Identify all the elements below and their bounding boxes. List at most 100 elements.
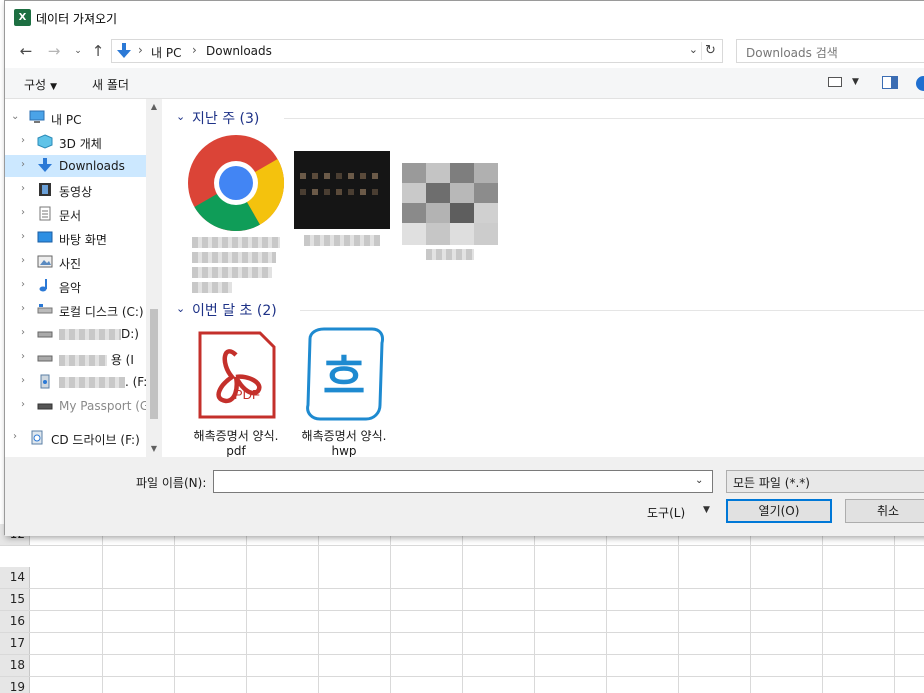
breadcrumb-downloads[interactable]: Downloads	[206, 44, 272, 58]
collapse-chevron-icon[interactable]: ⌄	[11, 111, 19, 122]
tree-item-desktop[interactable]: › 바탕 화면	[5, 227, 146, 249]
expand-chevron-icon[interactable]: ›	[21, 231, 25, 242]
file-item-hwp[interactable]: 흐 해촉증명서 양식. hwp	[294, 325, 394, 458]
film-icon	[39, 183, 51, 196]
back-arrow-icon[interactable]: ←	[17, 42, 35, 60]
group-header-earlier-this-month[interactable]: ⌄ 이번 달 초 (2)	[174, 300, 924, 320]
collapse-chevron-icon[interactable]: ⌄	[176, 110, 185, 123]
address-bar[interactable]: › 내 PC › Downloads ⌄ ↻	[111, 39, 723, 63]
expand-chevron-icon[interactable]: ›	[21, 327, 25, 338]
expand-chevron-icon[interactable]: ›	[21, 351, 25, 362]
tree-item-videos[interactable]: › 동영상	[5, 179, 146, 201]
file-name-dropdown-icon[interactable]: ⌄	[695, 475, 703, 486]
expand-chevron-icon[interactable]: ›	[21, 159, 25, 170]
column-gridline	[174, 533, 175, 693]
tree-item-drive-d[interactable]: › D:)	[5, 323, 146, 345]
expand-chevron-icon[interactable]: ›	[21, 279, 25, 290]
picture-icon	[37, 255, 53, 268]
view-options-icon[interactable]	[828, 77, 842, 87]
collapse-chevron-icon[interactable]: ⌄	[176, 302, 185, 315]
breadcrumb-chevron-icon[interactable]: ›	[138, 43, 143, 57]
file-item-photo[interactable]	[402, 163, 502, 263]
expand-chevron-icon[interactable]: ›	[21, 399, 25, 410]
organize-label: 구성	[24, 78, 47, 92]
chrome-icon	[188, 135, 285, 232]
file-item-pdf[interactable]: PDF 해촉증명서 양식. pdf	[186, 325, 286, 458]
tree-item-drive-f[interactable]: › . (F:	[5, 371, 147, 393]
file-type-filter-select[interactable]: 모든 파일 (*.*) ⌄	[726, 470, 924, 493]
breadcrumb-this-pc[interactable]: 내 PC	[151, 44, 181, 61]
file-name-line: 해촉증명서 양식.	[301, 429, 387, 443]
dialog-footer: 파일 이름(N): ⌄ 모든 파일 (*.*) ⌄ 도구(L) ▼ 열기(O) …	[5, 457, 924, 536]
group-divider	[284, 118, 924, 119]
expand-chevron-icon[interactable]: ›	[21, 183, 25, 194]
dialog-titlebar[interactable]: X 데이터 가져오기	[5, 1, 924, 34]
file-name: 해촉증명서 양식. hwp	[294, 429, 394, 459]
pdf-file-icon: PDF	[198, 331, 276, 419]
excel-icon: X	[14, 9, 31, 26]
file-list-pane[interactable]: ⌄ 지난 주 (3) ⌄ 이번 달 초 (2) PDF 해촉증명서 양식. pd…	[162, 99, 924, 458]
nav-pane-scrollbar[interactable]: ▲ ▼	[146, 99, 162, 457]
recent-locations-chevron-icon[interactable]: ⌄	[69, 42, 87, 60]
expand-chevron-icon[interactable]: ›	[21, 135, 25, 146]
tree-item-label: 사진	[59, 257, 82, 271]
tree-item-label: 로컬 디스크 (C:)	[59, 305, 144, 319]
open-button[interactable]: 열기(O)	[726, 499, 832, 523]
row-header[interactable]: 14	[0, 567, 30, 588]
expand-chevron-icon[interactable]: ›	[21, 375, 25, 386]
group-title: 지난 주 (3)	[192, 111, 260, 127]
column-gridline	[246, 533, 247, 693]
expand-chevron-icon[interactable]: ›	[21, 255, 25, 266]
forward-arrow-icon[interactable]: →	[45, 42, 63, 60]
help-icon[interactable]	[916, 76, 924, 91]
file-name-input[interactable]	[213, 470, 713, 493]
hwp-badge: 흐	[323, 350, 365, 404]
caret-down-icon[interactable]: ▼	[703, 505, 710, 515]
tree-item-local-disk-c[interactable]: › 로컬 디스크 (C:)	[5, 299, 146, 321]
file-name-line: 해촉증명서 양식.	[193, 429, 279, 443]
redacted-text	[59, 355, 107, 366]
tools-button[interactable]: 도구(L)	[647, 504, 685, 521]
group-header-last-week[interactable]: ⌄ 지난 주 (3)	[174, 108, 924, 128]
image-thumbnail-icon	[294, 151, 390, 229]
organize-button[interactable]: 구성 ▼	[24, 76, 57, 93]
file-item-chrome[interactable]	[186, 133, 286, 293]
tree-item-my-passport[interactable]: › My Passport (G:)	[5, 395, 158, 417]
row-header[interactable]: 19	[0, 677, 30, 693]
expand-chevron-icon[interactable]: ›	[21, 207, 25, 218]
caret-down-icon[interactable]: ▼	[852, 77, 859, 87]
row-header[interactable]: 18	[0, 655, 30, 676]
preview-pane-icon[interactable]	[882, 76, 898, 89]
file-name-label: 파일 이름(N):	[136, 476, 207, 490]
breadcrumb-chevron-icon[interactable]: ›	[192, 43, 197, 57]
cancel-button[interactable]: 취소	[845, 499, 924, 523]
tree-item-this-pc[interactable]: ⌄ 내 PC	[5, 107, 146, 129]
new-folder-button[interactable]: 새 폴더	[92, 76, 129, 93]
drive-icon	[37, 403, 53, 410]
tree-item-documents[interactable]: › 문서	[5, 203, 146, 225]
scroll-up-icon[interactable]: ▲	[146, 99, 162, 115]
tree-item-pictures[interactable]: › 사진	[5, 251, 146, 273]
scroll-down-icon[interactable]: ▼	[146, 441, 162, 457]
tree-item-downloads[interactable]: › Downloads	[5, 155, 146, 177]
tree-item-drive-i[interactable]: › 용 (I	[5, 347, 146, 369]
expand-chevron-icon[interactable]: ›	[21, 303, 25, 314]
expand-chevron-icon[interactable]: ›	[13, 431, 17, 442]
tree-item-music[interactable]: › 음악	[5, 275, 146, 297]
scrollbar-thumb[interactable]	[150, 309, 158, 419]
refresh-icon[interactable]: ↻	[701, 42, 719, 60]
desktop-icon	[37, 231, 53, 243]
row-header[interactable]: 15	[0, 589, 30, 610]
up-arrow-icon[interactable]: ↑	[89, 42, 107, 60]
redacted-file-name	[426, 249, 474, 260]
column-gridline	[822, 533, 823, 693]
tree-item-cd-drive[interactable]: › CD 드라이브 (F:)	[5, 427, 146, 449]
file-item-dark-image[interactable]	[294, 151, 394, 247]
row-header[interactable]: 17	[0, 633, 30, 654]
tree-item-3d-objects[interactable]: › 3D 개체	[5, 131, 146, 153]
tree-item-label: 3D 개체	[59, 137, 102, 151]
tree-item-label-suffix: 용 (I	[110, 353, 134, 367]
row-header[interactable]: 16	[0, 611, 30, 632]
address-dropdown-icon[interactable]: ⌄	[689, 43, 698, 56]
search-input[interactable]: Downloads 검색	[736, 39, 924, 63]
